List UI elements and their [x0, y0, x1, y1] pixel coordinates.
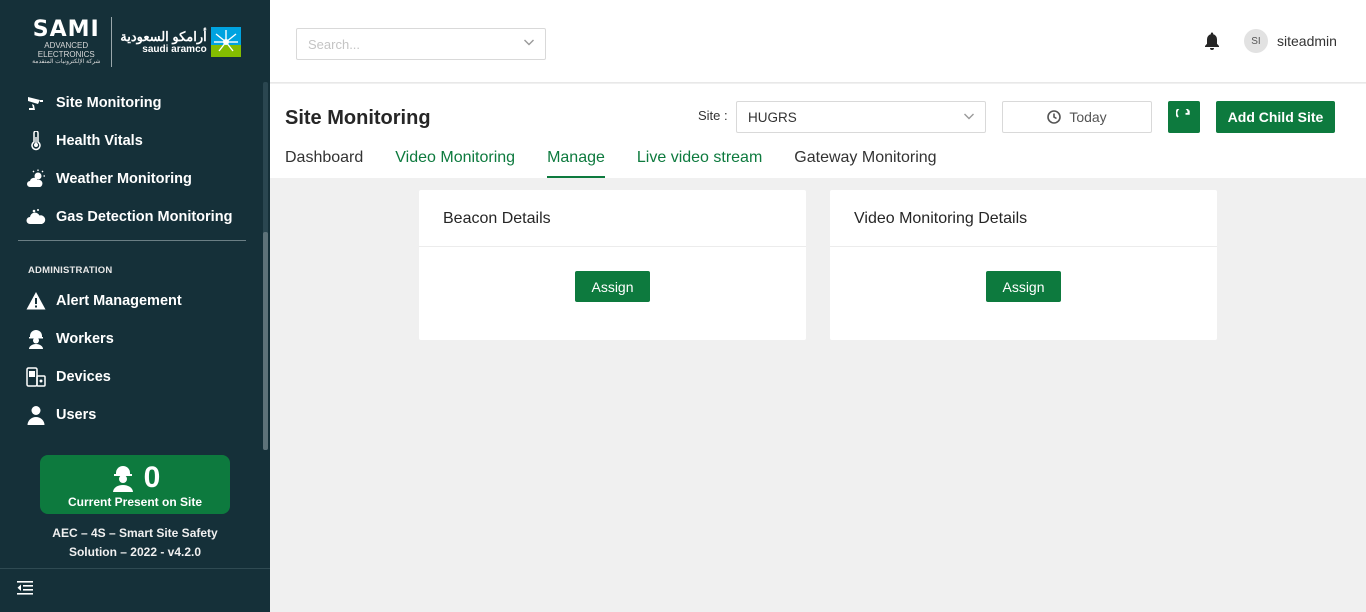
beacon-assign-button[interactable]: Assign: [575, 271, 650, 302]
top-bar: Search... SI siteadmin: [270, 0, 1366, 83]
sami-logo-name: SAMI: [32, 16, 100, 42]
devices-icon: [26, 367, 46, 387]
cctv-icon: [26, 93, 46, 113]
aramco-logo: أرامكو السعودية saudi aramco: [120, 27, 241, 57]
sidebar-item-health-vitals[interactable]: Health Vitals: [0, 122, 270, 160]
sidebar-item-label: Gas Detection Monitoring: [56, 209, 233, 225]
present-on-site-card: 0 Current Present on Site: [40, 455, 230, 514]
tab-video-monitoring[interactable]: Video Monitoring: [395, 147, 515, 178]
sidebar-item-label: Weather Monitoring: [56, 171, 192, 187]
present-label: Current Present on Site: [67, 495, 203, 509]
card-title: Beacon Details: [419, 190, 806, 247]
sidebar-item-label: Users: [56, 407, 97, 423]
search-select[interactable]: Search...: [296, 28, 546, 60]
aramco-logo-arabic: أرامكو السعودية: [120, 29, 207, 44]
chevron-down-icon: [523, 35, 535, 53]
page-tabs: Dashboard Video Monitoring Manage Live v…: [285, 147, 969, 178]
collapse-menu-icon[interactable]: [17, 581, 33, 600]
present-count: 0: [143, 461, 161, 494]
aramco-logo-english: saudi aramco: [142, 44, 207, 55]
refresh-icon: [1176, 109, 1190, 118]
admin-nav: Alert Management Workers Devices Users: [0, 282, 270, 434]
sidebar-item-label: Site Monitoring: [56, 95, 162, 111]
thermometer-icon: [26, 131, 46, 151]
sami-logo-sub1: ADVANCED: [44, 40, 89, 50]
version-info: AEC – 4S – Smart Site Safety Solution – …: [30, 524, 240, 562]
sidebar-item-weather-monitoring[interactable]: Weather Monitoring: [0, 160, 270, 198]
sidebar-item-workers[interactable]: Workers: [0, 320, 270, 358]
sidebar-item-gas-detection[interactable]: Gas Detection Monitoring: [0, 198, 270, 236]
search-placeholder: Search...: [308, 36, 361, 52]
tab-manage[interactable]: Manage: [547, 147, 605, 178]
sidebar-item-users[interactable]: Users: [0, 396, 270, 434]
refresh-button[interactable]: [1168, 101, 1200, 133]
add-child-site-button[interactable]: Add Child Site: [1216, 101, 1335, 133]
worker-icon: [112, 466, 133, 492]
sidebar-scroll-thumb[interactable]: [263, 232, 268, 450]
beacon-details-card: Beacon Details Assign: [419, 190, 806, 340]
tab-dashboard[interactable]: Dashboard: [285, 147, 363, 178]
weather-icon: [26, 169, 46, 189]
video-monitoring-details-card: Video Monitoring Details Assign: [830, 190, 1217, 340]
date-label: Today: [1069, 109, 1107, 125]
sami-logo-sub2: ELECTRONICS: [37, 49, 95, 59]
aramco-star-icon: [210, 27, 241, 57]
worker-icon: [26, 329, 46, 349]
notification-bell-icon[interactable]: [1204, 32, 1220, 50]
gas-cloud-icon: [26, 207, 46, 227]
sami-logo-sub3: شركة الإلكترونيات المتقدمة: [32, 58, 101, 65]
version-line-1: AEC – 4S – Smart Site Safety: [52, 526, 218, 540]
sidebar-item-label: Workers: [56, 331, 114, 347]
logo-divider: [111, 17, 113, 67]
main-nav: Site Monitoring Health Vitals Weather Mo…: [0, 84, 270, 236]
user-icon: [26, 405, 46, 425]
nav-section-administration: ADMINISTRATION: [28, 265, 113, 276]
version-line-2: Solution – 2022 - v4.2.0: [68, 545, 202, 559]
username: siteadmin: [1277, 33, 1337, 49]
sidebar-item-devices[interactable]: Devices: [0, 358, 270, 396]
card-title: Video Monitoring Details: [830, 190, 1217, 247]
sidebar-item-label: Health Vitals: [56, 133, 143, 149]
brand-logos: SAMI ADVANCED ELECTRONICS شركة الإلكترون…: [0, 0, 270, 82]
tab-live-video-stream[interactable]: Live video stream: [637, 147, 762, 178]
sidebar-item-site-monitoring[interactable]: Site Monitoring: [0, 84, 270, 122]
sidebar-collapse-bar: [0, 568, 270, 612]
avatar: SI: [1244, 29, 1268, 53]
site-select[interactable]: HUGRS: [736, 101, 986, 133]
sidebar-item-label: Alert Management: [56, 293, 182, 309]
date-picker-button[interactable]: Today: [1002, 101, 1152, 133]
sami-logo: SAMI ADVANCED ELECTRONICS شركة الإلكترون…: [29, 16, 103, 66]
sidebar-item-alert-management[interactable]: Alert Management: [0, 282, 270, 320]
chevron-down-icon: [963, 110, 975, 125]
site-label: Site :: [698, 108, 728, 123]
sidebar-item-label: Devices: [56, 369, 111, 385]
warning-icon: [26, 291, 46, 311]
sidebar: SAMI ADVANCED ELECTRONICS شركة الإلكترون…: [0, 0, 270, 612]
clock-icon: [1047, 110, 1062, 124]
site-select-value: HUGRS: [748, 109, 797, 125]
tab-gateway-monitoring[interactable]: Gateway Monitoring: [794, 147, 936, 178]
video-assign-button[interactable]: Assign: [986, 271, 1061, 302]
user-menu[interactable]: SI siteadmin: [1244, 29, 1337, 53]
page-title: Site Monitoring: [285, 107, 431, 129]
page-header: Site Monitoring Site : HUGRS Today Add C…: [270, 84, 1366, 178]
